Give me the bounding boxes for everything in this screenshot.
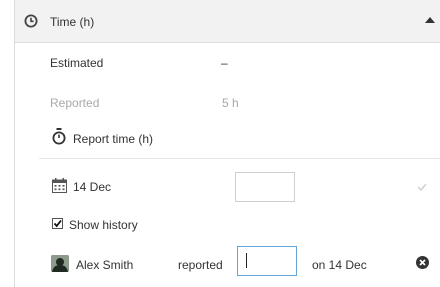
history-date: on 14 Dec [312,258,367,272]
time-panel: Time (h) Estimated – Reported 5 h Report… [14,0,440,287]
user-avatar-icon [51,255,69,272]
show-history-checkbox[interactable] [52,218,63,229]
history-user-name[interactable]: Alex Smith [76,258,133,272]
divider [39,158,440,159]
entry-date[interactable]: 14 Dec [73,180,111,194]
history-action: reported [178,258,223,272]
clock-icon [24,14,38,28]
show-history-label[interactable]: Show history [69,218,138,232]
estimated-value: – [221,56,228,70]
stopwatch-icon [52,128,66,145]
estimated-label: Estimated [50,56,104,70]
report-time-label: Report time (h) [73,132,154,146]
collapse-arrow-icon[interactable] [425,17,435,23]
confirm-check-icon[interactable] [417,183,427,191]
reported-value: 5 h [222,96,239,110]
check-mark-icon [53,219,62,228]
reported-label: Reported [50,96,100,110]
history-hours-input[interactable] [237,246,297,276]
hours-input[interactable] [235,172,295,202]
calendar-icon[interactable] [52,178,67,193]
remove-entry-icon[interactable] [416,256,429,269]
panel-header[interactable]: Time (h) [15,0,440,43]
text-caret [246,253,247,268]
avatar [51,255,69,272]
panel-title: Time (h) [50,15,95,29]
